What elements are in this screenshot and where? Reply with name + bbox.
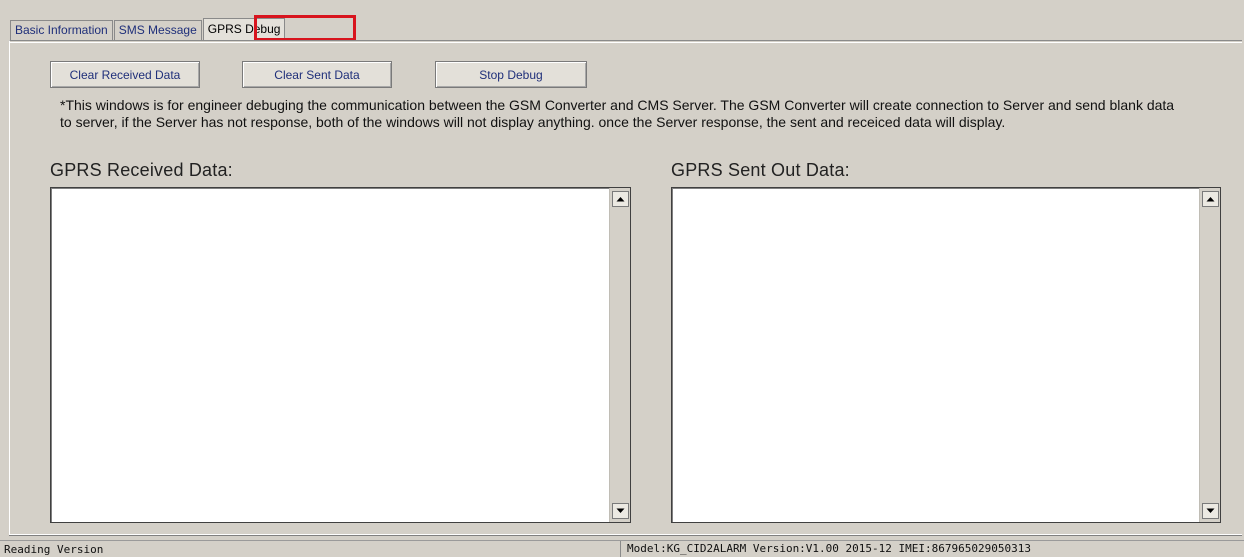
sent-data-textbox[interactable] (671, 187, 1221, 523)
gprs-debug-window: Basic Information SMS Message GPRS Debug… (0, 0, 1244, 557)
sent-scrollbar[interactable] (1199, 188, 1220, 522)
received-data-textbox[interactable] (50, 187, 631, 523)
tab-sms-message[interactable]: SMS Message (113, 20, 202, 40)
sent-data-label: GPRS Sent Out Data: (671, 160, 850, 180)
sent-data-content (672, 188, 1220, 196)
scroll-down-icon[interactable] (612, 503, 629, 519)
tab-gprs-debug[interactable]: GPRS Debug (202, 18, 286, 40)
panel-bottom-border (9, 534, 1242, 536)
status-model-info: Model:KG_CID2ALARM Version:V1.00 2015-12… (620, 541, 1031, 557)
tab-strip: Basic Information SMS Message GPRS Debug (10, 18, 286, 40)
clear-sent-data-button[interactable]: Clear Sent Data (242, 61, 392, 88)
scroll-down-icon[interactable] (1202, 503, 1219, 519)
received-scrollbar[interactable] (609, 188, 630, 522)
scroll-up-icon[interactable] (1202, 191, 1219, 207)
received-data-content (51, 188, 630, 196)
debug-notice-text: *This windows is for engineer debuging t… (60, 97, 1175, 130)
tab-basic-information[interactable]: Basic Information (10, 20, 113, 40)
stop-debug-button[interactable]: Stop Debug (435, 61, 587, 88)
clear-received-data-button[interactable]: Clear Received Data (50, 61, 200, 88)
scroll-up-icon[interactable] (612, 191, 629, 207)
status-bar: Reading Version Model:KG_CID2ALARM Versi… (0, 540, 1244, 557)
status-reading-text: Reading Version (4, 543, 104, 556)
received-data-label: GPRS Received Data: (50, 160, 233, 180)
